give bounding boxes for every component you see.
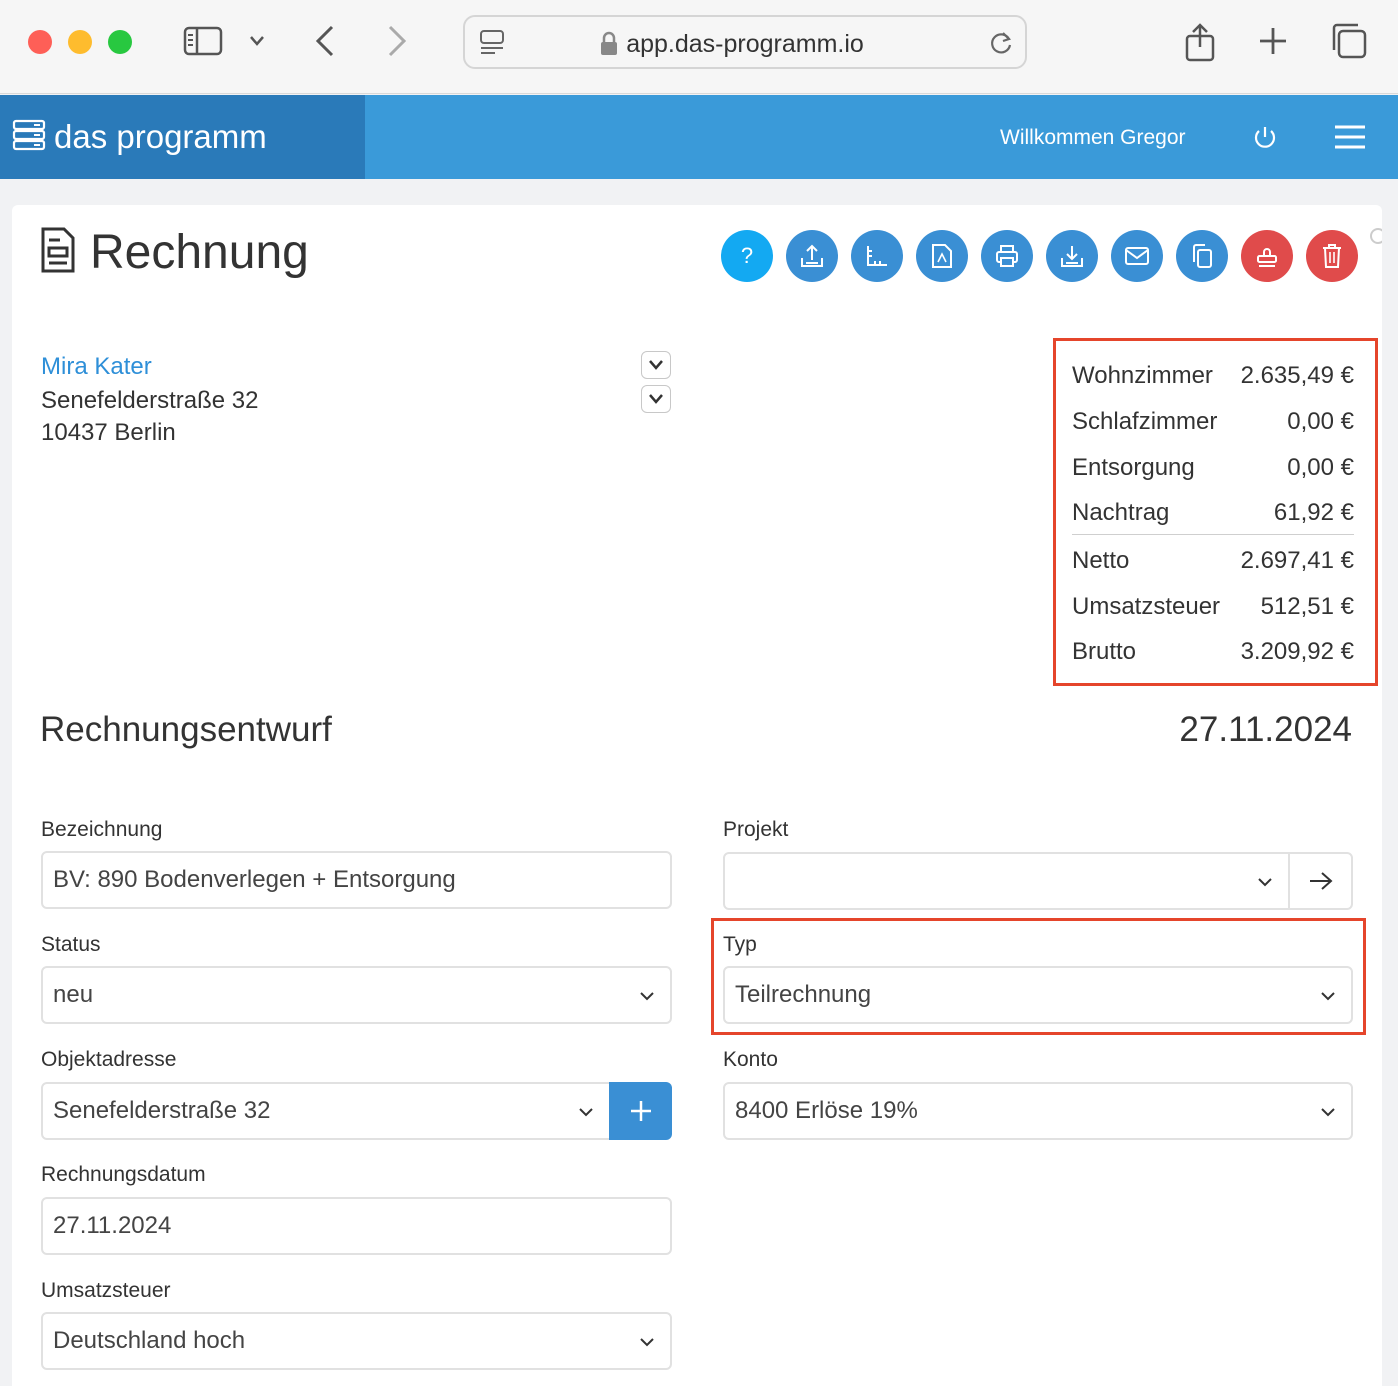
forward-icon[interactable]	[384, 24, 410, 58]
invoice-document-icon	[40, 226, 76, 279]
action-toolbar: ?	[721, 230, 1358, 282]
typ-label: Typ	[723, 933, 757, 956]
brand-name: das programm	[54, 118, 267, 155]
back-icon[interactable]	[312, 24, 338, 58]
konto-select[interactable]: 8400 Erlöse 19%	[723, 1082, 1353, 1140]
reload-icon[interactable]	[987, 29, 1015, 62]
chevron-down-icon	[1321, 1108, 1335, 1117]
chevron-down-icon[interactable]	[248, 34, 266, 48]
stamp-icon	[1257, 248, 1277, 267]
total-row-umsatzsteuer: Umsatzsteuer 512,51 €	[1072, 593, 1354, 620]
copy-button[interactable]	[1176, 230, 1228, 282]
totals-summary: Wohnzimmer 2.635,49 € Schlafzimmer 0,00 € …	[1053, 338, 1378, 686]
maximize-window-button[interactable]	[108, 30, 132, 54]
umsatzsteuer-label: Umsatzsteuer	[41, 1279, 171, 1302]
draft-date: 27.11.2024	[1179, 710, 1352, 749]
address-bar[interactable]: app.das-programm.io	[463, 15, 1027, 69]
print-icon	[996, 245, 1018, 267]
invoice-card: Rechnung ? Mira Kater Senefelderstraße 3…	[12, 205, 1386, 1386]
total-row-wohnzimmer: Wohnzimmer 2.635,49 €	[1072, 362, 1354, 389]
copy-icon	[1193, 244, 1212, 268]
pdf-icon	[932, 244, 952, 268]
server-icon	[12, 119, 46, 156]
download-icon	[1061, 246, 1083, 267]
measure-icon	[867, 246, 887, 266]
draft-title: Rechnungsentwurf	[40, 710, 332, 749]
download-button[interactable]	[1046, 230, 1098, 282]
app-header: das programm Willkommen Gregor	[0, 95, 1398, 179]
rechnungsdatum-label: Rechnungsdatum	[41, 1163, 206, 1186]
hamburger-menu-icon[interactable]	[1334, 124, 1366, 155]
page-header: Rechnung	[40, 225, 309, 280]
chevron-down-icon	[649, 394, 663, 404]
total-row-schlafzimmer: Schlafzimmer 0,00 €	[1072, 408, 1354, 435]
chevron-down-icon	[649, 360, 663, 370]
chevron-down-icon	[640, 1338, 654, 1347]
page-title: Rechnung	[90, 226, 309, 279]
print-button[interactable]	[981, 230, 1033, 282]
upload-button[interactable]	[786, 230, 838, 282]
close-window-button[interactable]	[28, 30, 52, 54]
trash-icon	[1323, 244, 1341, 268]
pdf-button[interactable]	[916, 230, 968, 282]
add-address-button[interactable]	[609, 1082, 672, 1140]
measure-button[interactable]	[851, 230, 903, 282]
help-button[interactable]: ?	[721, 230, 773, 282]
mail-button[interactable]	[1111, 230, 1163, 282]
mail-icon	[1125, 247, 1149, 265]
delete-button[interactable]	[1306, 230, 1358, 282]
help-icon: ?	[740, 243, 754, 268]
chevron-down-icon	[579, 1108, 593, 1117]
upload-icon	[801, 244, 823, 267]
brand[interactable]: das programm	[0, 95, 365, 179]
projekt-select[interactable]	[723, 852, 1290, 910]
total-row-brutto: Brutto 3.209,92 €	[1072, 638, 1354, 665]
customer-name-link[interactable]: Mira Kater	[41, 353, 152, 381]
rechnungsdatum-input[interactable]: 27.11.2024	[41, 1197, 672, 1255]
chevron-down-icon	[640, 992, 654, 1001]
konto-label: Konto	[723, 1048, 778, 1071]
url-text: app.das-programm.io	[626, 30, 864, 58]
welcome-text: Willkommen Gregor	[1000, 126, 1186, 149]
objektadresse-label: Objektadresse	[41, 1048, 177, 1071]
arrow-right-icon	[1309, 872, 1333, 890]
umsatzsteuer-select[interactable]: Deutschland hoch	[41, 1312, 672, 1370]
stamp-button[interactable]	[1241, 230, 1293, 282]
status-select[interactable]: neu	[41, 966, 672, 1024]
customer-dropdown-button[interactable]	[641, 351, 671, 379]
sidebar-toggle-icon[interactable]	[183, 26, 223, 56]
total-row-netto: Netto 2.697,41 €	[1072, 547, 1354, 574]
power-icon[interactable]	[1252, 125, 1278, 156]
projekt-label: Projekt	[723, 818, 789, 841]
customer-city: 10437 Berlin	[41, 419, 176, 446]
bezeichnung-label: Bezeichnung	[41, 818, 163, 841]
new-tab-icon[interactable]	[1258, 26, 1288, 56]
search-icon[interactable]	[1368, 227, 1386, 256]
minimize-window-button[interactable]	[68, 30, 92, 54]
open-project-button[interactable]	[1288, 852, 1353, 910]
status-label: Status	[41, 933, 101, 956]
plus-icon	[630, 1101, 651, 1121]
tab-overview-icon[interactable]	[1330, 22, 1368, 60]
customer-street: Senefelderstraße 32	[41, 387, 259, 414]
total-row-nachtrag: Nachtrag 61,92 €	[1072, 499, 1354, 526]
chevron-down-icon	[1321, 992, 1335, 1001]
address-dropdown-button[interactable]	[641, 385, 671, 413]
total-row-entsorgung: Entsorgung 0,00 €	[1072, 454, 1354, 481]
typ-select[interactable]: Teilrechnung	[723, 966, 1353, 1024]
bezeichnung-input[interactable]: BV: 890 Bodenverlegen + Entsorgung	[41, 851, 672, 909]
objektadresse-select[interactable]: Senefelderstraße 32	[41, 1082, 611, 1140]
browser-chrome: app.das-programm.io	[0, 0, 1398, 94]
totals-divider	[1072, 534, 1354, 535]
share-icon[interactable]	[1183, 22, 1217, 62]
chevron-down-icon	[1258, 878, 1272, 887]
